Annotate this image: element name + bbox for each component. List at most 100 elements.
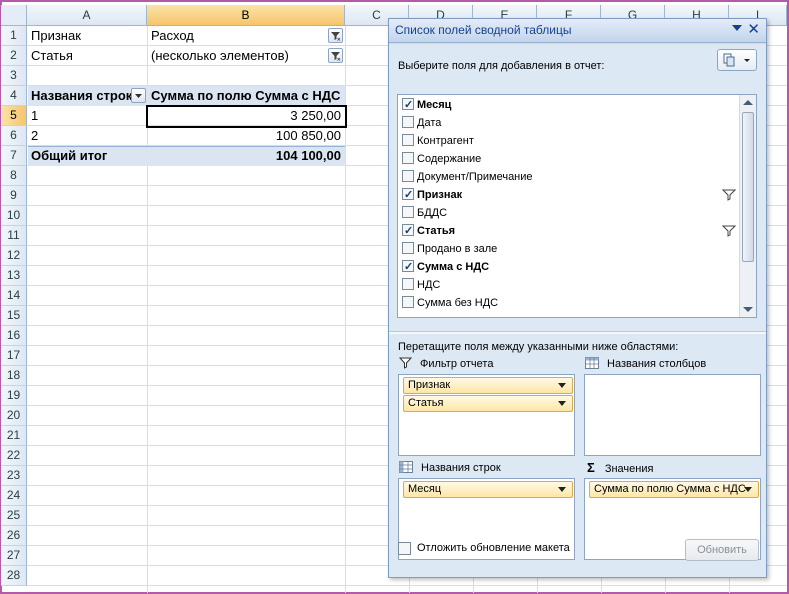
cell-b2[interactable]: (несколько элементов) bbox=[148, 46, 326, 66]
cell-a1[interactable]: Признак bbox=[28, 26, 146, 46]
row-header-5[interactable]: 5 bbox=[1, 106, 27, 126]
field-item[interactable]: Документ/Примечание bbox=[402, 168, 533, 186]
row-header-28[interactable]: 28 bbox=[1, 566, 27, 586]
value-chip-summa[interactable]: Сумма по полю Сумма с НДС bbox=[589, 481, 759, 498]
field-label: Статья bbox=[417, 225, 456, 237]
cell-a7[interactable]: Общий итог bbox=[28, 146, 146, 166]
field-item[interactable]: Статья bbox=[402, 222, 455, 240]
chevron-down-icon bbox=[744, 487, 752, 492]
cell-b1[interactable]: Расход bbox=[148, 26, 326, 46]
row-chip-mesyac[interactable]: Месяц bbox=[403, 481, 573, 498]
field-item[interactable]: БДДС bbox=[402, 204, 447, 222]
row-labels-dropdown-button[interactable] bbox=[131, 88, 146, 103]
field-item[interactable]: Контрагент bbox=[402, 132, 474, 150]
scroll-thumb[interactable] bbox=[742, 112, 754, 262]
funnel-icon bbox=[331, 32, 341, 41]
filter-chip-statya[interactable]: Статья bbox=[403, 395, 573, 412]
row-header-23[interactable]: 23 bbox=[1, 466, 27, 486]
row-header-15[interactable]: 15 bbox=[1, 306, 27, 326]
cell-b6[interactable]: 100 850,00 bbox=[148, 126, 344, 146]
pane-splitter[interactable] bbox=[389, 331, 766, 334]
update-button[interactable]: Обновить bbox=[685, 539, 759, 561]
pivot-field-list-pane: Список полей сводной таблицы ✕ Выберите … bbox=[388, 18, 767, 578]
field-item[interactable]: Сумма с НДС bbox=[402, 258, 489, 276]
funnel-icon bbox=[331, 52, 341, 61]
report-filter-statya-button[interactable] bbox=[328, 48, 343, 63]
row-header-19[interactable]: 19 bbox=[1, 386, 27, 406]
field-item[interactable]: Дата bbox=[402, 114, 441, 132]
rows-area-title: Названия строк bbox=[421, 462, 501, 474]
row-header-8[interactable]: 8 bbox=[1, 166, 27, 186]
filter-area-header: Фильтр отчета bbox=[398, 356, 493, 372]
field-item[interactable]: Признак bbox=[402, 186, 462, 204]
field-item[interactable]: Содержание bbox=[402, 150, 481, 168]
filter-drop-area[interactable]: Признак Статья bbox=[398, 374, 575, 456]
columns-drop-area[interactable] bbox=[584, 374, 761, 456]
scroll-down-icon[interactable] bbox=[743, 307, 753, 312]
field-checkbox[interactable] bbox=[402, 222, 414, 240]
report-filter-priznak-button[interactable] bbox=[328, 28, 343, 43]
row-header-4[interactable]: 4 bbox=[1, 86, 27, 106]
field-checkbox[interactable] bbox=[402, 116, 414, 128]
row-header-14[interactable]: 14 bbox=[1, 286, 27, 306]
pane-title-bar[interactable]: Список полей сводной таблицы ✕ bbox=[389, 19, 766, 43]
close-icon[interactable]: ✕ bbox=[747, 21, 760, 39]
row-header-17[interactable]: 17 bbox=[1, 346, 27, 366]
field-list-layout-button[interactable] bbox=[717, 49, 757, 71]
select-all-corner[interactable] bbox=[1, 5, 27, 26]
row-header-2[interactable]: 2 bbox=[1, 46, 27, 66]
field-checkbox[interactable] bbox=[402, 186, 414, 204]
row-header-6[interactable]: 6 bbox=[1, 126, 27, 146]
field-checkbox[interactable] bbox=[402, 152, 414, 164]
column-header-a[interactable]: A bbox=[27, 5, 147, 26]
field-item-partial bbox=[402, 312, 405, 317]
field-checkbox[interactable] bbox=[402, 242, 414, 254]
cell-a5[interactable]: 1 bbox=[28, 106, 146, 126]
rows-area-header: Названия строк bbox=[399, 460, 501, 476]
cell-a2[interactable]: Статья bbox=[28, 46, 146, 66]
defer-layout-update-checkbox[interactable] bbox=[398, 542, 411, 555]
drag-fields-label: Перетащите поля между указанными ниже об… bbox=[398, 341, 679, 353]
sigma-icon: Σ bbox=[587, 460, 595, 475]
row-header-20[interactable]: 20 bbox=[1, 406, 27, 426]
row-header-16[interactable]: 16 bbox=[1, 326, 27, 346]
row-header-1[interactable]: 1 bbox=[1, 26, 27, 46]
scroll-up-icon[interactable] bbox=[743, 100, 753, 105]
row-header-26[interactable]: 26 bbox=[1, 526, 27, 546]
field-list-scrollbar[interactable] bbox=[739, 95, 756, 317]
field-checkbox[interactable] bbox=[402, 96, 414, 114]
row-header-12[interactable]: 12 bbox=[1, 246, 27, 266]
field-item[interactable]: Сумма без НДС bbox=[402, 294, 498, 312]
row-header-9[interactable]: 9 bbox=[1, 186, 27, 206]
columns-area-header: Названия столбцов bbox=[585, 356, 706, 372]
field-item[interactable]: Месяц bbox=[402, 96, 451, 114]
field-checkbox[interactable] bbox=[402, 206, 414, 218]
field-item[interactable]: Продано в зале bbox=[402, 240, 497, 258]
field-checkbox[interactable] bbox=[402, 296, 414, 308]
pane-options-dropdown-icon[interactable] bbox=[732, 25, 742, 31]
row-header-18[interactable]: 18 bbox=[1, 366, 27, 386]
field-checkbox[interactable] bbox=[402, 134, 414, 146]
field-checkbox[interactable] bbox=[402, 258, 414, 276]
row-header-10[interactable]: 10 bbox=[1, 206, 27, 226]
field-item[interactable]: НДС bbox=[402, 276, 440, 294]
row-header-27[interactable]: 27 bbox=[1, 546, 27, 566]
field-checkbox[interactable] bbox=[402, 170, 414, 182]
row-header-7[interactable]: 7 bbox=[1, 146, 27, 166]
cell-a6[interactable]: 2 bbox=[28, 126, 146, 146]
cell-a4[interactable]: Названия строк bbox=[28, 86, 132, 106]
column-header-b[interactable]: B bbox=[147, 5, 345, 26]
row-header-11[interactable]: 11 bbox=[1, 226, 27, 246]
row-header-22[interactable]: 22 bbox=[1, 446, 27, 466]
row-header-25[interactable]: 25 bbox=[1, 506, 27, 526]
cell-b4[interactable]: Сумма по полю Сумма с НДС bbox=[148, 86, 344, 106]
row-header-21[interactable]: 21 bbox=[1, 426, 27, 446]
filter-chip-label: Статья bbox=[408, 397, 444, 409]
row-header-24[interactable]: 24 bbox=[1, 486, 27, 506]
filter-chip-priznak[interactable]: Признак bbox=[403, 377, 573, 394]
cell-b7[interactable]: 104 100,00 bbox=[148, 146, 344, 166]
row-header-3[interactable]: 3 bbox=[1, 66, 27, 86]
columns-area-title: Названия столбцов bbox=[607, 358, 707, 370]
row-header-13[interactable]: 13 bbox=[1, 266, 27, 286]
field-checkbox[interactable] bbox=[402, 278, 414, 290]
